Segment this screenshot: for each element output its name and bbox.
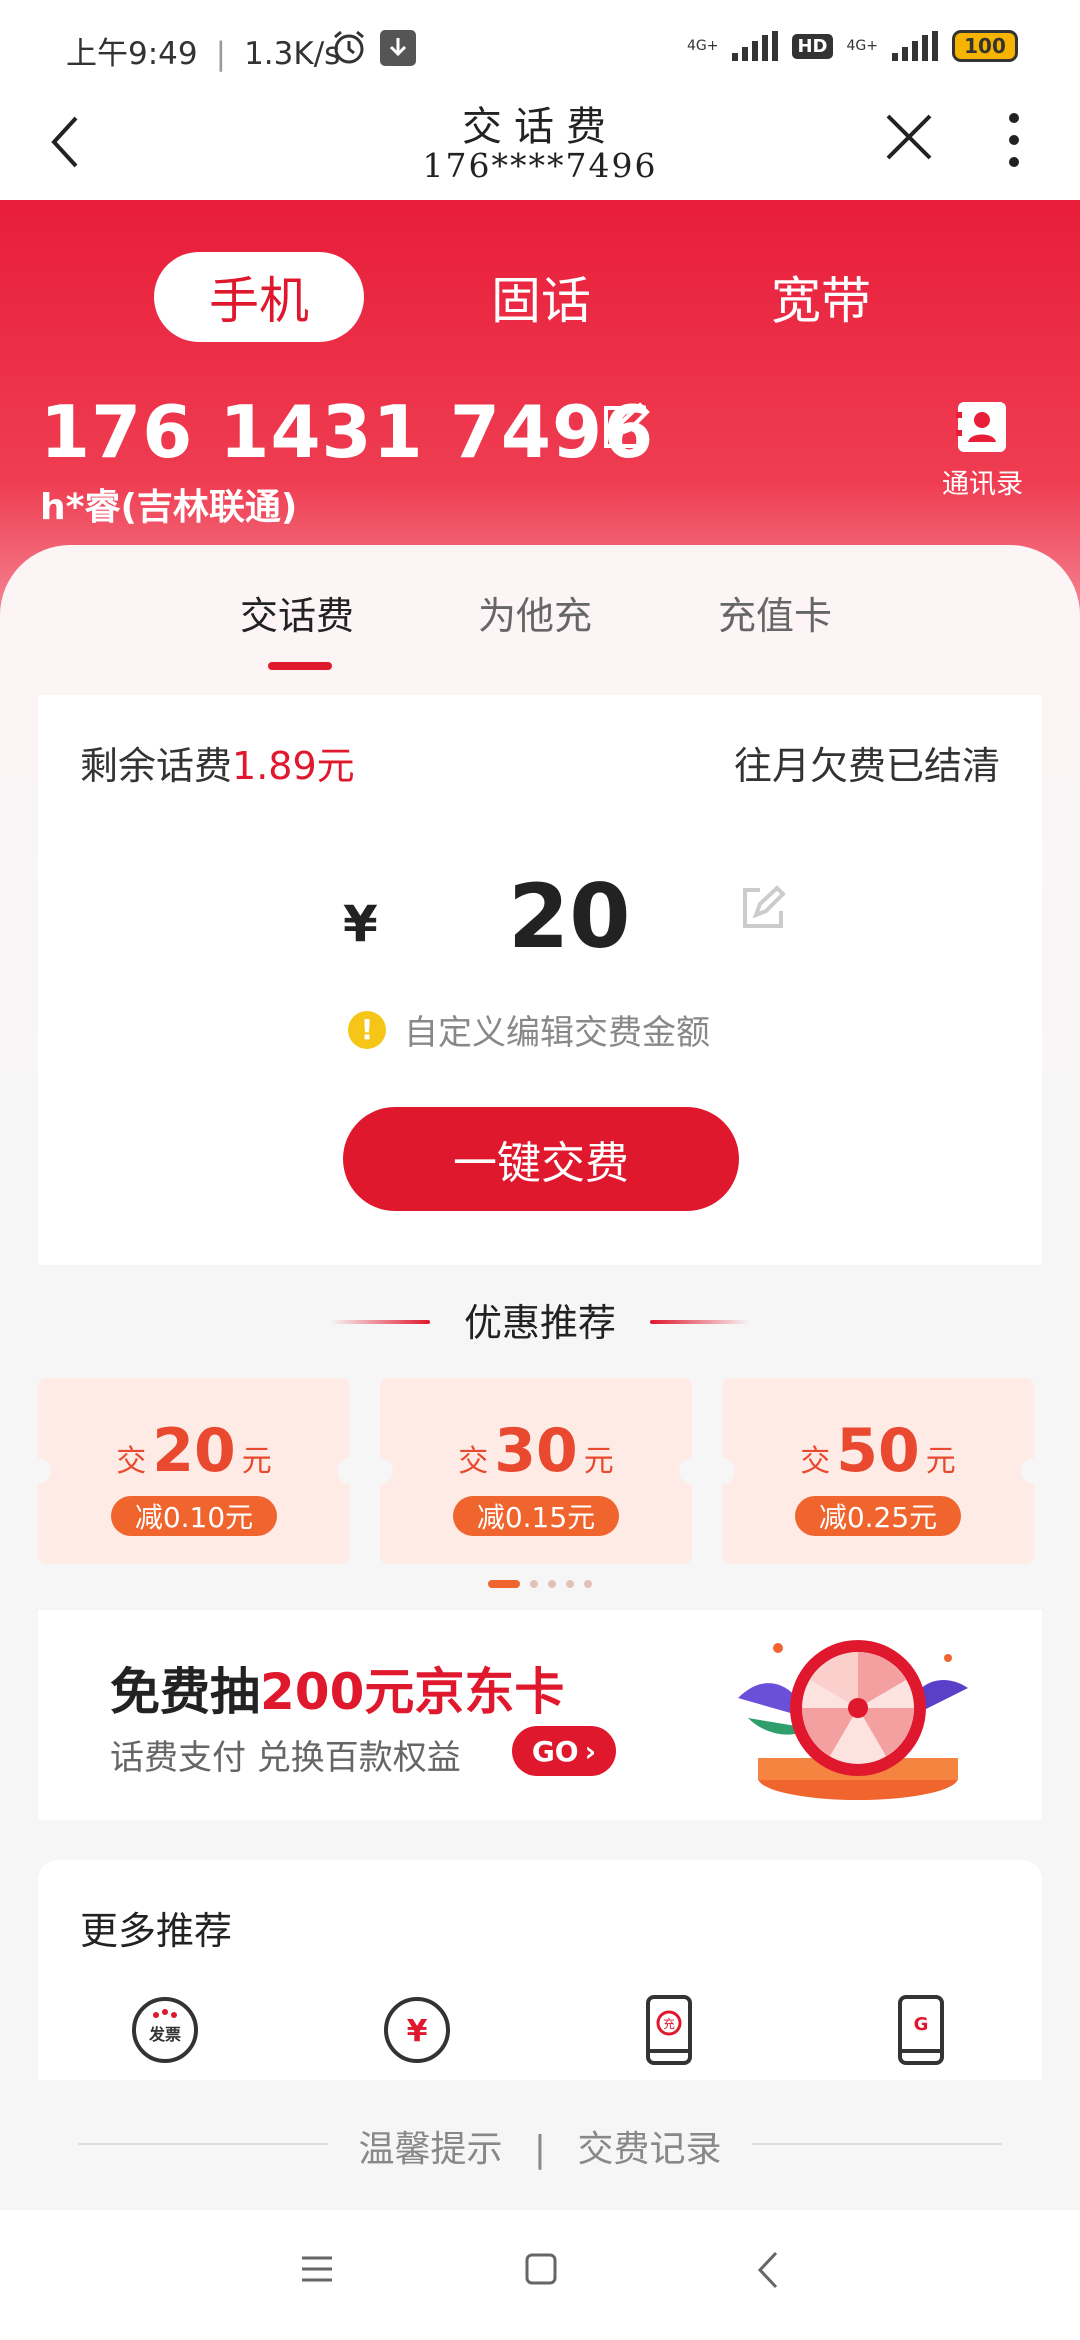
battery-level: 100 [964, 34, 1006, 58]
pay-button[interactable]: 一键交费 [343, 1107, 739, 1211]
phone-recharge-icon[interactable]: 充 [634, 1995, 704, 2065]
subtab-indicator [268, 662, 332, 670]
offer-card[interactable]: 交 50 元 减0.25元 [709, 1378, 1047, 1564]
home-icon[interactable] [524, 2252, 558, 2290]
offer-amount: 50 [836, 1416, 920, 1486]
offer-card[interactable]: 交 30 元 减0.15元 [367, 1378, 705, 1564]
offers-title: 优惠推荐 [463, 1301, 616, 1345]
carousel-dot [566, 1580, 574, 1588]
contacts-label[interactable]: 通讯录 [930, 462, 1035, 501]
go-label: GO [531, 1734, 579, 1768]
chevron-right-icon: › [584, 1734, 597, 1768]
battery-icon: 100 [952, 30, 1018, 62]
offer-amount: 30 [494, 1416, 578, 1486]
warning-icon: ! [348, 1010, 386, 1049]
amount-input[interactable]: 20 [508, 865, 630, 968]
more-icon[interactable] [1006, 112, 1022, 172]
section-divider-right [650, 1320, 750, 1324]
balance-label: 剩余话费 [80, 744, 233, 788]
carousel-dot [584, 1580, 592, 1588]
alarm-icon [330, 28, 368, 70]
offer-prefix: 交 [458, 1444, 489, 1479]
tab-landline[interactable]: 固话 [436, 252, 646, 342]
phone-number: 176 1431 7496 [40, 390, 655, 474]
offer-unit: 元 [583, 1444, 614, 1479]
tips-link[interactable]: 温馨提示 [358, 2129, 502, 2170]
offer-amount: 20 [152, 1416, 236, 1486]
offer-unit: 元 [925, 1444, 956, 1479]
edit-amount-icon[interactable] [740, 885, 786, 935]
contacts-icon[interactable] [956, 400, 1008, 458]
more-title: 更多推荐 [80, 1909, 233, 1953]
account-owner: h*睿(吉林联通) [40, 487, 298, 528]
footer-separator: | [533, 2129, 547, 2170]
payment-icon-label: ¥ [407, 2014, 428, 2049]
subtab-recharge[interactable]: 交话费 [240, 585, 354, 640]
balance-value: 1.89元 [232, 744, 355, 788]
tab-broadband[interactable]: 宽带 [716, 252, 926, 342]
status-bar: 上午9:49 | 1.3K/s 4G+ HD 4G+ 100 [0, 0, 1080, 90]
offer-prefix: 交 [116, 1444, 147, 1479]
offer-card[interactable]: 交 20 元 减0.10元 [25, 1378, 363, 1564]
offer-discount: 减0.25元 [795, 1496, 961, 1536]
status-right: 4G+ HD 4G+ 100 [687, 30, 1018, 62]
banner-subtitle: 话费支付 兑换百款权益 [110, 1738, 461, 1778]
phone-recharge-icon-label: 充 [663, 2016, 675, 2031]
invoice-icon-label: 发票 [148, 2025, 181, 2044]
offer-unit: 元 [241, 1444, 272, 1479]
status-time: 上午9:49 | 1.3K/s [66, 36, 341, 72]
subtab-recharge-card[interactable]: 充值卡 [718, 585, 832, 640]
offer-discount: 减0.10元 [111, 1496, 277, 1536]
currency-symbol: ¥ [343, 895, 378, 953]
signal-icon-2 [892, 31, 938, 61]
hd-badge: HD [792, 33, 833, 59]
banner-title-prefix: 免费抽 [110, 1663, 260, 1721]
data-package-icon[interactable]: G [886, 1995, 956, 2065]
carousel-dot [530, 1580, 538, 1588]
data-package-icon-label: G [914, 2014, 929, 2035]
footer-divider-right [752, 2143, 1002, 2145]
records-link[interactable]: 交费记录 [578, 2129, 722, 2170]
offer-prefix: 交 [800, 1444, 831, 1479]
custom-amount-tip: ! 自定义编辑交费金额 [348, 1005, 710, 1054]
tip-text: 自定义编辑交费金额 [404, 1013, 710, 1053]
footer-links: 温馨提示 | 交费记录 [0, 2120, 1080, 2172]
lottery-wheel-icon [718, 1628, 998, 1812]
nav-bar: 交话费 176****7496 [0, 90, 1080, 200]
more-recommendations: 更多推荐 发票 ¥ 充 G [38, 1860, 1042, 2080]
balance-card: 剩余话费1.89元 往月欠费已结清 ¥ 20 ! 自定义编辑交费金额 一键交费 [38, 695, 1042, 1265]
system-nav-bar [0, 2210, 1080, 2340]
back-nav-icon[interactable] [756, 2250, 780, 2294]
network-type-2: 4G+ [846, 38, 879, 54]
carousel-dot-active [488, 1580, 520, 1588]
edit-number-icon[interactable] [600, 402, 650, 456]
banner-title: 免费抽200元京东卡 [110, 1652, 564, 1724]
banner-go-button[interactable]: GO › [512, 1726, 616, 1776]
tab-mobile[interactable]: 手机 [154, 252, 364, 342]
network-type-1: 4G+ [686, 38, 719, 54]
menu-icon[interactable] [300, 2252, 334, 2290]
carousel-dot [548, 1580, 556, 1588]
close-icon[interactable] [884, 112, 934, 166]
offer-discount: 减0.15元 [453, 1496, 619, 1536]
promo-banner[interactable]: 免费抽200元京东卡 话费支付 兑换百款权益 GO › [38, 1610, 1042, 1820]
payment-icon[interactable]: ¥ [382, 1995, 452, 2065]
arrears-status: 往月欠费已结清 [733, 744, 1000, 788]
subtab-for-others[interactable]: 为他充 [478, 585, 592, 640]
banner-title-highlight: 200元京东卡 [260, 1663, 565, 1721]
download-icon [380, 30, 416, 70]
invoice-icon[interactable]: 发票 [130, 1995, 200, 2065]
balance-info: 剩余话费1.89元 [80, 735, 355, 790]
signal-icon [732, 31, 779, 61]
net-speed: 1.3K/s [244, 36, 341, 72]
